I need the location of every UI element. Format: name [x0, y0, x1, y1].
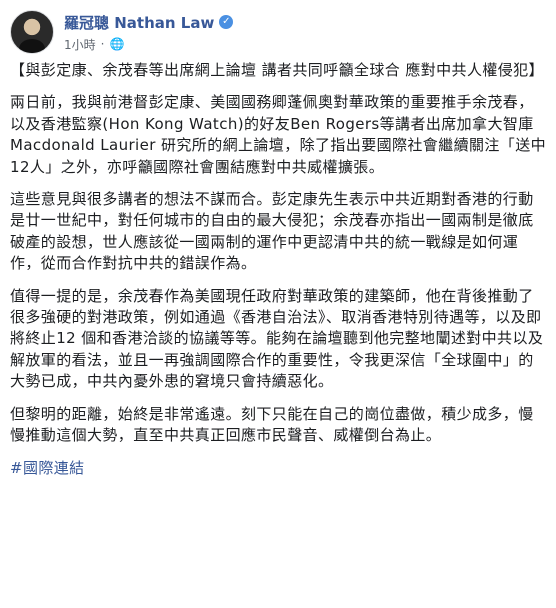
meta-separator: · — [100, 37, 105, 51]
avatar[interactable] — [10, 10, 54, 54]
author-meta: 羅冠聰 Nathan Law ✓ 1小時 · 🌐 — [64, 12, 234, 53]
post-paragraph-2: 這些意見與很多講者的想法不謀而合。彭定康先生表示中共近期對香港的行動是廿一世紀中… — [10, 190, 534, 273]
verified-badge-icon: ✓ — [219, 15, 234, 29]
post-paragraph-1: 兩日前，我與前港督彭定康、美國國務卿蓬佩奧對華政策的重要推手余茂春，以及香港監察… — [10, 93, 546, 176]
post-paragraph-4: 但黎明的距離，始終是非常遙遠。刻下只能在自己的崗位盡做，積少成多，慢慢推動這個大… — [10, 404, 534, 445]
post-title: 【與彭定康、余茂春等出席網上論壇 講者共同呼籲全球合 應對中共人權侵犯】 — [10, 61, 544, 79]
author-name-link[interactable]: 羅冠聰 Nathan Law — [64, 12, 214, 33]
author-row: 羅冠聰 Nathan Law ✓ — [64, 12, 234, 33]
globe-icon: 🌐 — [109, 37, 125, 51]
hashtag-link[interactable]: #國際連結 — [10, 458, 546, 479]
post-header: 羅冠聰 Nathan Law ✓ 1小時 · 🌐 — [10, 7, 234, 57]
post-meta-row: 1小時 · 🌐 — [64, 36, 233, 53]
post-body: 【與彭定康、余茂春等出席網上論壇 講者共同呼籲全球合 應對中共人權侵犯】 兩日前… — [10, 60, 546, 490]
post-timestamp[interactable]: 1小時 — [64, 36, 96, 53]
facebook-post: 羅冠聰 Nathan Law ✓ 1小時 · 🌐 【與彭定康、余茂春等出席網上論… — [0, 0, 556, 608]
post-paragraph-3: 值得一提的是，余茂春作為美國現任政府對華政策的建築師，他在背後推動了很多強硬的對… — [10, 286, 544, 391]
